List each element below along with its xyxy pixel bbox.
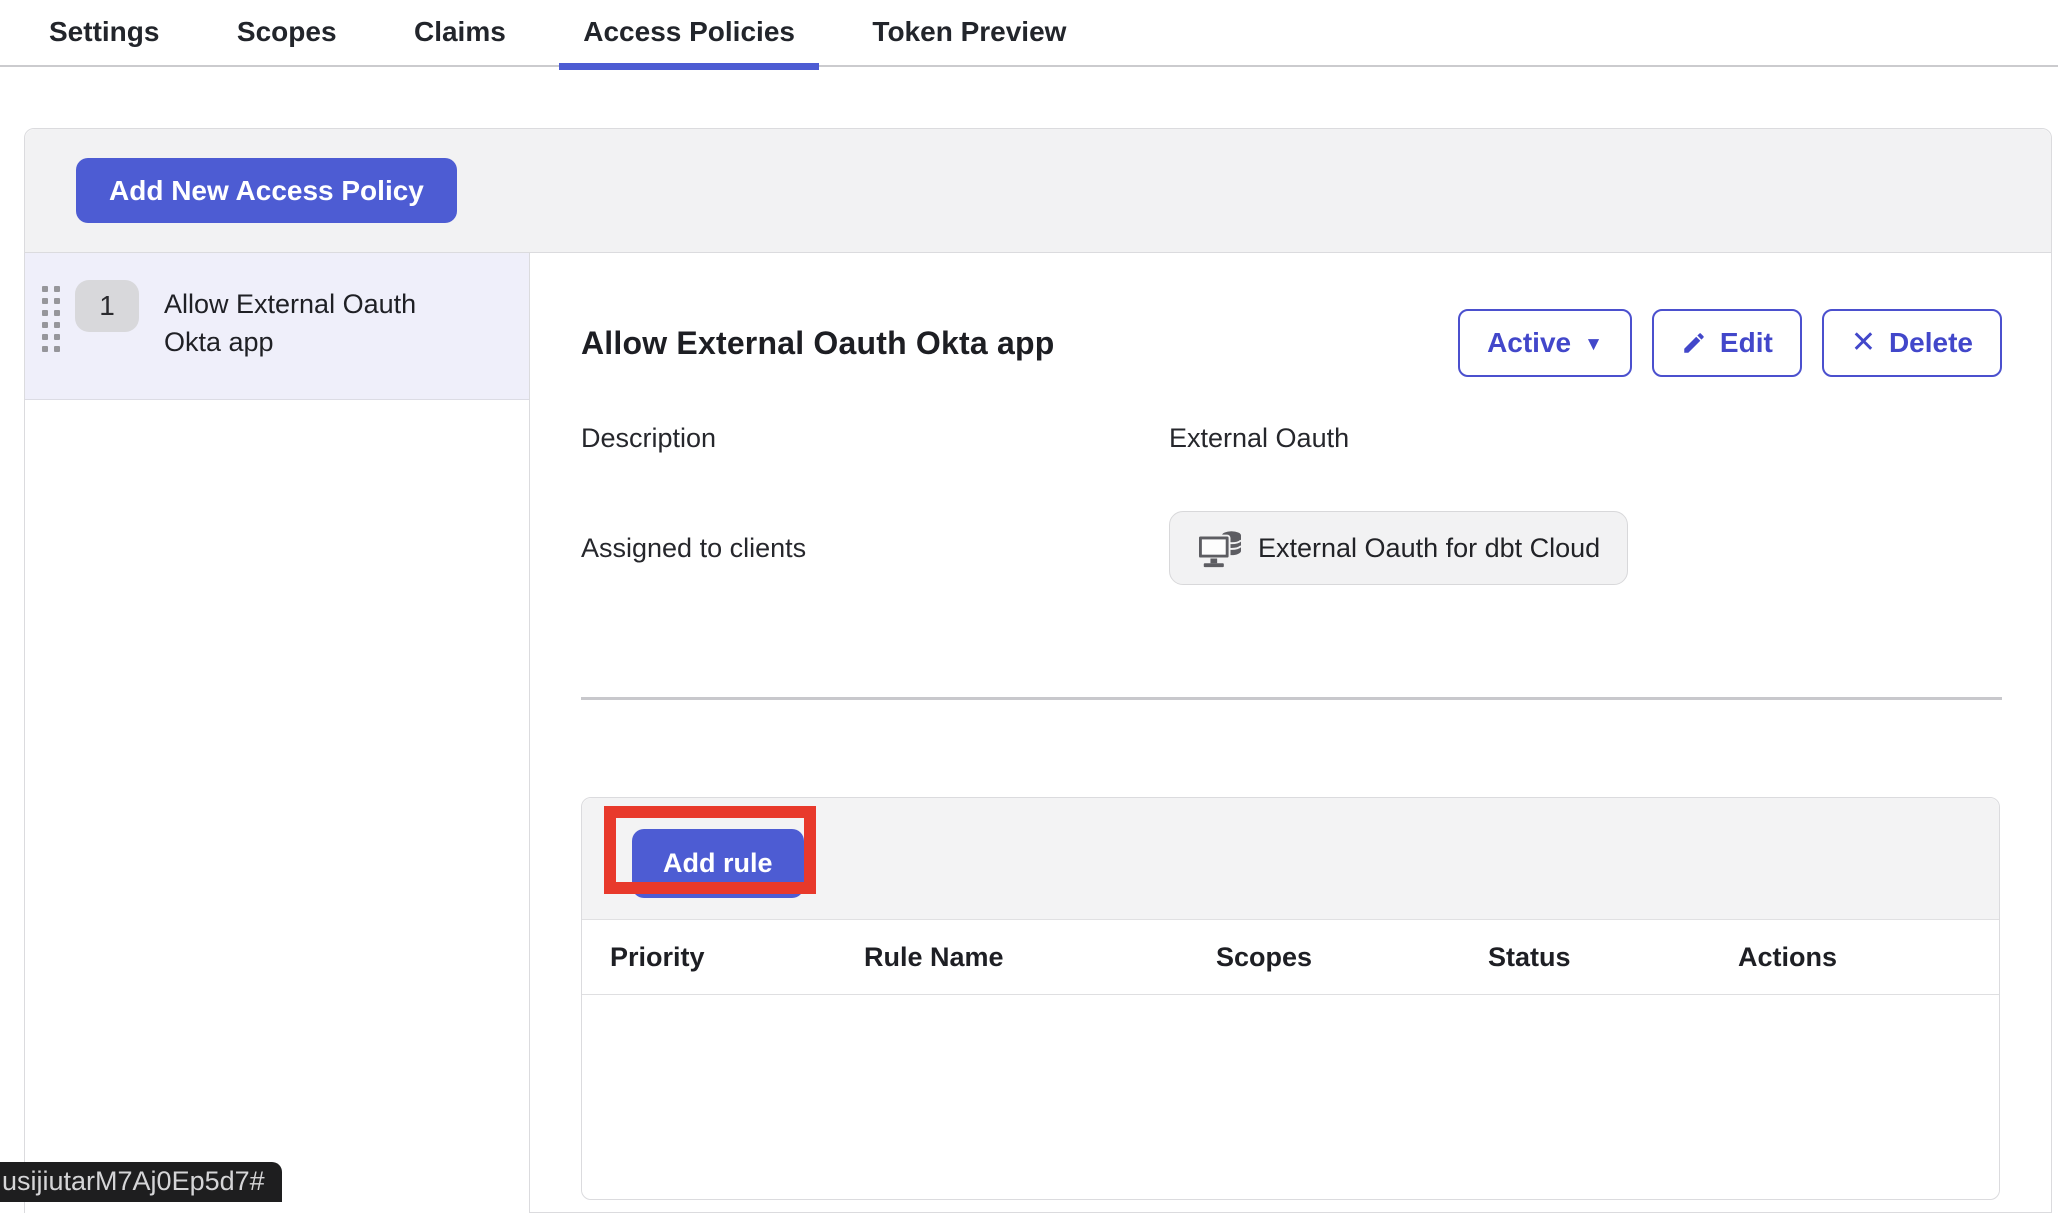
status-dropdown-label: Active (1487, 327, 1571, 359)
rules-table-empty-body (582, 995, 1999, 1199)
tab-scopes-label: Scopes (237, 16, 337, 47)
policy-name-label: Allow External Oauth Okta app (164, 285, 449, 361)
column-header-scopes: Scopes (1216, 942, 1488, 973)
rules-table-header: Priority Rule Name Scopes Status Actions (582, 920, 1999, 995)
tab-claims-label: Claims (414, 16, 506, 47)
description-row: Description External Oauth (581, 423, 2002, 454)
policy-priority-badge: 1 (75, 280, 139, 332)
policy-title-row: Allow External Oauth Okta app Active ▼ E… (581, 309, 2002, 377)
edit-button-label: Edit (1720, 327, 1773, 359)
add-rule-button[interactable]: Add rule (632, 829, 804, 898)
panel-body: 1 Allow External Oauth Okta app Allow Ex… (25, 253, 2051, 1213)
policy-list-item-selected[interactable]: 1 Allow External Oauth Okta app (25, 253, 529, 400)
rules-panel: Add rule Priority Rule Name Scopes Statu… (581, 797, 2000, 1200)
assigned-clients-label: Assigned to clients (581, 533, 1169, 564)
tab-access-policies[interactable]: Access Policies (559, 0, 819, 65)
link-preview-text: usijiutarM7Aj0Ep5d7# (2, 1166, 265, 1197)
delete-button-label: Delete (1889, 327, 1973, 359)
description-label: Description (581, 423, 1169, 454)
policy-title: Allow External Oauth Okta app (581, 325, 1054, 362)
assigned-clients-row: Assigned to clients (581, 511, 2002, 585)
chevron-down-icon: ▼ (1584, 334, 1603, 356)
policy-list-sidebar: 1 Allow External Oauth Okta app (25, 253, 530, 1213)
link-preview-statusbar: usijiutarM7Aj0Ep5d7# (0, 1162, 282, 1202)
rules-panel-header: Add rule (582, 798, 1999, 920)
access-policies-panel: Add New Access Policy 1 Allow External O… (24, 128, 2052, 1213)
tab-bar: Settings Scopes Claims Access Policies T… (0, 0, 2058, 67)
client-chip-label: External Oauth for dbt Cloud (1258, 533, 1600, 564)
tab-token-preview-label: Token Preview (872, 16, 1066, 47)
edit-policy-button[interactable]: Edit (1652, 309, 1802, 377)
tab-claims[interactable]: Claims (390, 0, 530, 65)
tab-token-preview[interactable]: Token Preview (848, 0, 1090, 65)
policy-detail-content: Allow External Oauth Okta app Active ▼ E… (530, 253, 2051, 1213)
section-divider (581, 697, 2002, 700)
column-header-priority: Priority (610, 942, 864, 973)
column-header-status: Status (1488, 942, 1738, 973)
column-header-actions: Actions (1738, 942, 1999, 973)
policy-action-buttons: Active ▼ Edit ✕ Delete (1458, 309, 2002, 377)
tab-settings-label: Settings (49, 16, 159, 47)
client-app-icon (1197, 527, 1243, 569)
status-dropdown-button[interactable]: Active ▼ (1458, 309, 1632, 377)
tab-settings[interactable]: Settings (25, 0, 183, 65)
drag-handle-icon[interactable] (42, 286, 60, 352)
description-value: External Oauth (1169, 423, 1349, 454)
client-chip[interactable]: External Oauth for dbt Cloud (1169, 511, 1628, 585)
column-header-rule-name: Rule Name (864, 942, 1216, 973)
tab-scopes[interactable]: Scopes (213, 0, 361, 65)
pencil-icon (1681, 330, 1707, 356)
add-new-access-policy-button[interactable]: Add New Access Policy (76, 158, 457, 223)
tab-access-policies-label: Access Policies (583, 16, 795, 47)
delete-policy-button[interactable]: ✕ Delete (1822, 309, 2002, 377)
close-icon: ✕ (1851, 325, 1876, 360)
panel-header: Add New Access Policy (25, 129, 2051, 253)
